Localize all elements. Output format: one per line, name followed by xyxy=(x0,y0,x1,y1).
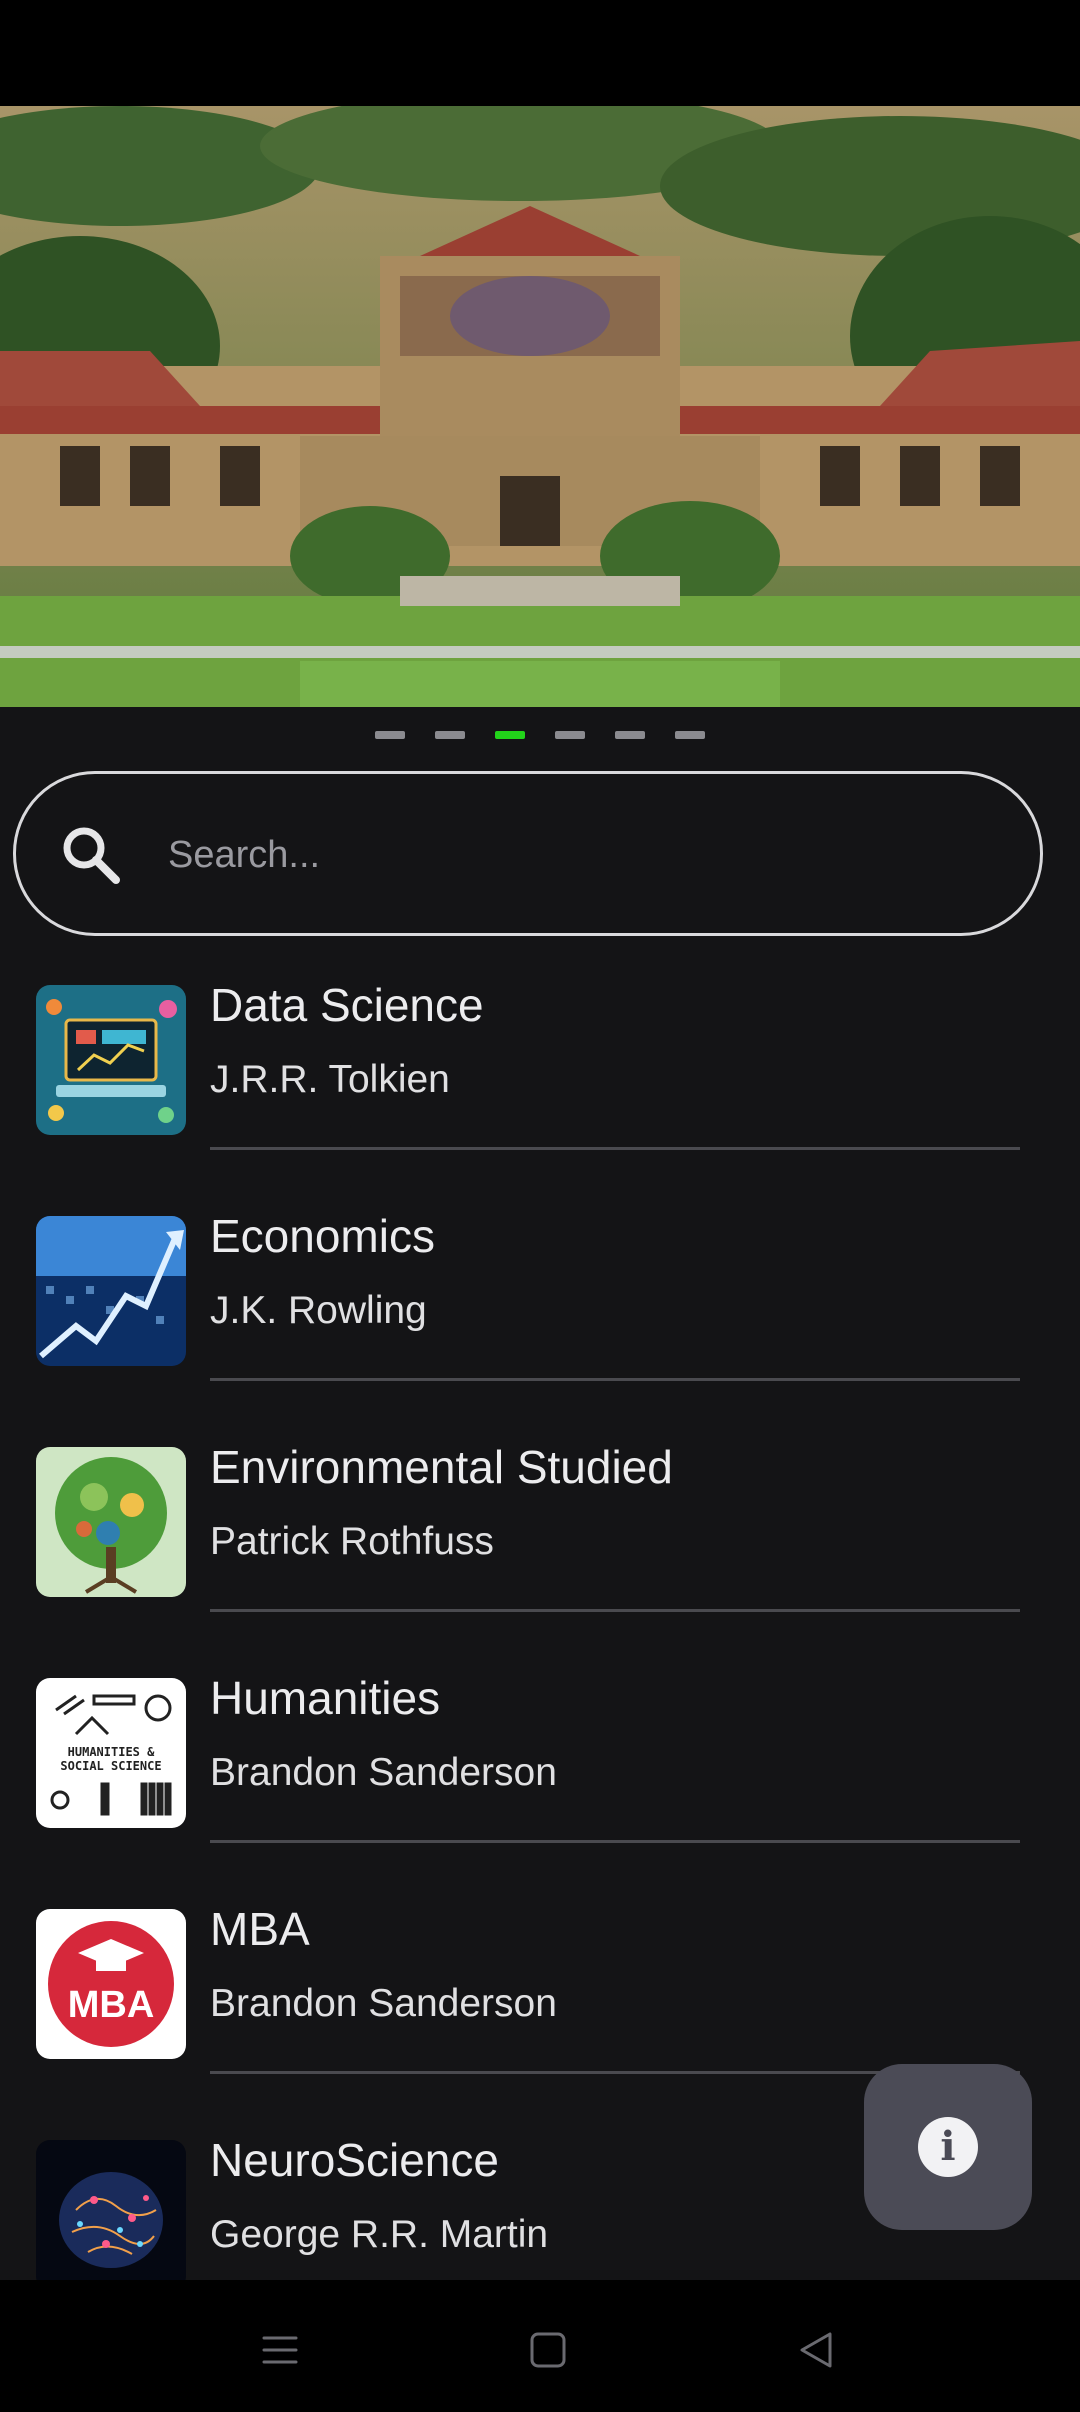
course-author: Patrick Rothfuss xyxy=(210,1520,494,1563)
divider xyxy=(210,1840,1020,1843)
menu-icon xyxy=(262,2336,298,2364)
course-title: Data Science xyxy=(210,979,484,1031)
course-author: J.R.R. Tolkien xyxy=(210,1058,450,1101)
list-item[interactable]: Economics J.K. Rowling xyxy=(0,1191,1080,1422)
economics-thumbnail xyxy=(36,1216,186,1366)
carousel-dot[interactable] xyxy=(435,731,465,739)
carousel-dot[interactable] xyxy=(375,731,405,739)
search-input[interactable] xyxy=(168,822,968,888)
carousel-dot[interactable] xyxy=(675,731,705,739)
course-title: MBA xyxy=(210,1903,310,1955)
carousel-indicator xyxy=(0,731,1080,741)
divider xyxy=(210,1609,1020,1612)
search-icon xyxy=(63,827,120,884)
course-author: Brandon Sanderson xyxy=(210,1982,557,2025)
data-science-thumbnail xyxy=(36,985,186,1135)
hero-banner-image[interactable] xyxy=(0,106,1080,707)
list-item[interactable]: HUMANITIES & SOCIAL SCIENCE Humanities B… xyxy=(0,1653,1080,1884)
list-item[interactable]: Environmental Studied Patrick Rothfuss xyxy=(0,1422,1080,1653)
divider xyxy=(210,1147,1020,1150)
mba-logo-text: MBA xyxy=(68,1984,155,2026)
mba-thumbnail: MBA xyxy=(36,1909,186,2059)
home-square-icon xyxy=(530,2332,566,2368)
back-button[interactable] xyxy=(776,2310,856,2390)
carousel-dot-active[interactable] xyxy=(495,731,525,739)
menu-button[interactable] xyxy=(240,2310,320,2390)
home-button[interactable] xyxy=(508,2310,588,2390)
search-bar[interactable] xyxy=(13,771,1043,936)
back-triangle-icon xyxy=(800,2332,832,2368)
info-button[interactable]: i xyxy=(864,2064,1032,2230)
divider xyxy=(210,1378,1020,1381)
humanities-thumbnail: HUMANITIES & SOCIAL SCIENCE xyxy=(36,1678,186,1828)
list-item[interactable]: Data Science J.R.R. Tolkien xyxy=(0,960,1080,1191)
carousel-dot[interactable] xyxy=(555,731,585,739)
system-nav-bar xyxy=(0,2280,1080,2412)
carousel-dot[interactable] xyxy=(615,731,645,739)
course-title: Humanities xyxy=(210,1672,441,1724)
humanities-line2: SOCIAL SCIENCE xyxy=(60,1759,161,1773)
humanities-line1: HUMANITIES & xyxy=(68,1745,155,1759)
course-author: George R.R. Martin xyxy=(210,2213,549,2256)
campus-photo xyxy=(0,106,1080,707)
course-title: NeuroScience xyxy=(210,2134,499,2186)
course-author: J.K. Rowling xyxy=(210,1289,427,1332)
neuroscience-thumbnail xyxy=(36,2140,186,2280)
course-title: Economics xyxy=(210,1210,435,1262)
info-icon: i xyxy=(918,2117,978,2177)
course-author: Brandon Sanderson xyxy=(210,1751,557,1794)
environmental-thumbnail xyxy=(36,1447,186,1597)
course-title: Environmental Studied xyxy=(210,1441,673,1493)
status-bar xyxy=(0,0,1080,106)
